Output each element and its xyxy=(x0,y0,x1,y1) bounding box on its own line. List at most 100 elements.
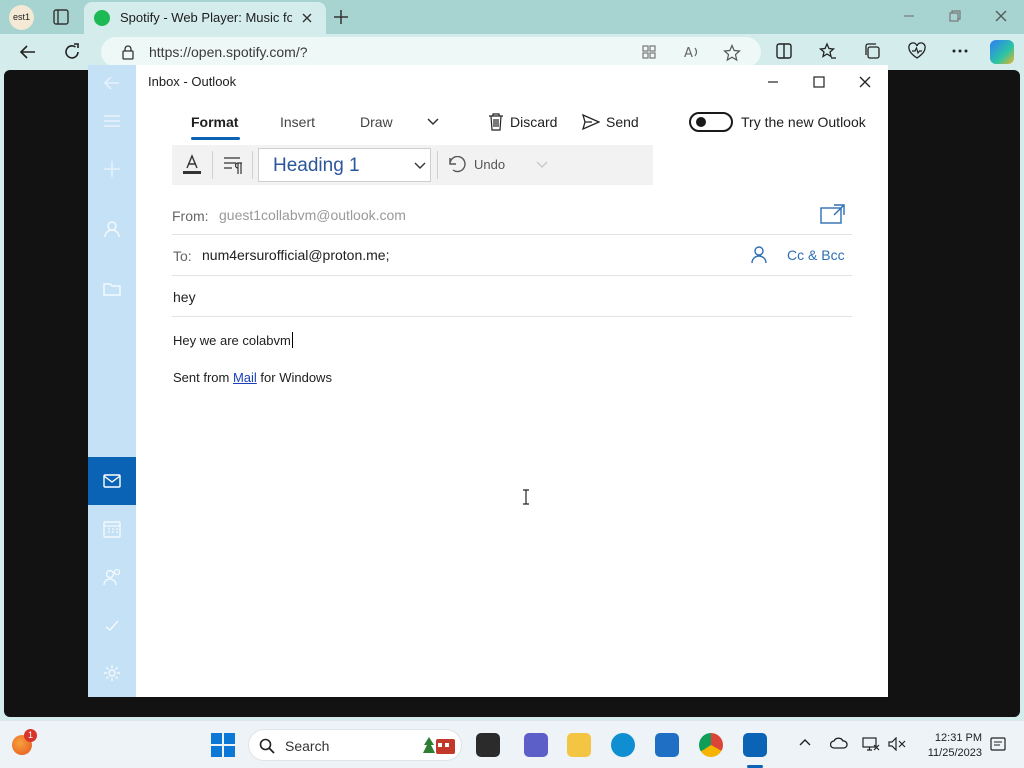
refresh-icon[interactable] xyxy=(62,42,82,62)
window-close-icon[interactable] xyxy=(858,75,872,89)
search-icon xyxy=(259,738,275,754)
subject-field[interactable]: hey xyxy=(173,289,196,305)
notification-badge: 1 xyxy=(24,729,37,742)
teams-icon[interactable] xyxy=(524,733,548,757)
mail-nav-active[interactable] xyxy=(88,457,136,505)
hamburger-menu-icon[interactable] xyxy=(102,111,122,131)
navigation-rail xyxy=(88,65,136,697)
profile-avatar[interactable]: est1 xyxy=(9,5,34,30)
favorites-icon[interactable] xyxy=(819,42,837,60)
chevron-up-icon[interactable] xyxy=(798,737,812,747)
minimize-icon[interactable] xyxy=(902,9,916,23)
tab-insert[interactable]: Insert xyxy=(280,114,315,130)
spotify-icon xyxy=(94,10,110,26)
selected-style: Heading 1 xyxy=(273,155,360,176)
mail-window: Inbox - Outlook Format Insert Draw Disca… xyxy=(88,65,888,697)
toolbar-divider xyxy=(437,151,438,179)
browser-tab-spotify[interactable]: Spotify - Web Player: Music for e xyxy=(84,2,326,34)
undo-icon xyxy=(447,156,467,174)
favorite-star-icon[interactable] xyxy=(723,44,741,62)
volume-muted-icon[interactable] xyxy=(888,737,906,751)
contact-picker-icon[interactable] xyxy=(751,246,767,264)
lock-icon[interactable] xyxy=(121,44,135,60)
close-browser-icon[interactable] xyxy=(994,9,1008,23)
toolbar-divider xyxy=(212,151,213,179)
new-mail-plus-icon[interactable] xyxy=(102,159,122,179)
more-tabs-chevron-icon[interactable] xyxy=(426,117,440,127)
signature-suffix: for Windows xyxy=(256,370,332,385)
search-label: Search xyxy=(285,738,330,754)
undo-label: Undo xyxy=(474,157,506,172)
people-icon[interactable] xyxy=(102,567,122,587)
notifications-icon[interactable] xyxy=(990,736,1006,752)
field-divider xyxy=(172,316,852,317)
signature-prefix: Sent from xyxy=(173,370,233,385)
mail-app-icon[interactable] xyxy=(743,733,767,757)
restore-icon[interactable] xyxy=(948,9,962,23)
tab-format[interactable]: Format xyxy=(191,114,238,130)
chrome-icon[interactable] xyxy=(699,733,723,757)
to-label: To: xyxy=(173,248,192,264)
window-minimize-icon[interactable] xyxy=(766,75,780,89)
active-tab-indicator xyxy=(191,137,240,140)
body-text: Hey we are colabvm xyxy=(173,333,291,348)
app-available-icon[interactable] xyxy=(641,44,657,60)
todo-checkmark-icon[interactable] xyxy=(102,615,122,635)
back-icon[interactable] xyxy=(18,42,38,62)
trash-icon xyxy=(488,112,504,131)
clock[interactable]: 12:31 PM 11/25/2023 xyxy=(914,731,982,761)
edge-icon[interactable] xyxy=(611,733,635,757)
file-explorer-icon[interactable] xyxy=(567,733,591,757)
back-arrow-icon[interactable] xyxy=(102,73,122,93)
toggle-knob xyxy=(696,117,706,127)
folder-icon[interactable] xyxy=(102,279,122,299)
to-field[interactable]: num4ersurofficial@proton.me; xyxy=(202,247,389,263)
new-tab-button[interactable] xyxy=(332,8,350,26)
collections-icon[interactable] xyxy=(863,42,881,60)
tab-title: Spotify - Web Player: Music for e xyxy=(120,10,292,25)
message-body[interactable]: Hey we are colabvm xyxy=(173,332,293,348)
paragraph-style-dropdown[interactable]: Heading 1 xyxy=(258,148,431,182)
from-field[interactable]: guest1collabvm@outlook.com xyxy=(219,207,406,223)
cc-bcc-button[interactable]: Cc & Bcc xyxy=(787,247,845,263)
taskbar-search[interactable]: Search xyxy=(248,729,462,761)
from-label: From: xyxy=(172,208,209,224)
read-aloud-icon[interactable]: A xyxy=(683,44,701,60)
tab-draw[interactable]: Draw xyxy=(360,114,393,130)
browser-essentials-icon[interactable] xyxy=(907,42,927,60)
font-color-icon[interactable] xyxy=(182,153,202,175)
store-icon[interactable] xyxy=(655,733,679,757)
window-title: Inbox - Outlook xyxy=(148,74,237,89)
url-text: https://open.spotify.com/? xyxy=(149,44,308,60)
clock-time: 12:31 PM xyxy=(934,732,982,744)
accounts-icon[interactable] xyxy=(102,219,122,239)
send-icon xyxy=(582,113,600,131)
window-maximize-icon[interactable] xyxy=(812,75,826,89)
try-new-outlook-toggle[interactable] xyxy=(689,112,733,132)
onedrive-cloud-icon[interactable] xyxy=(830,737,848,749)
field-divider xyxy=(172,275,852,276)
search-highlight-icon xyxy=(421,735,457,757)
discard-label: Discard xyxy=(510,114,558,130)
windows-start-icon[interactable] xyxy=(211,733,235,757)
signature: Sent from Mail for Windows xyxy=(173,370,332,385)
paragraph-format-icon[interactable] xyxy=(222,155,244,175)
copilot-icon[interactable] xyxy=(990,40,1014,64)
more-options-icon[interactable] xyxy=(951,42,969,60)
close-tab-icon[interactable] xyxy=(300,11,314,25)
taskbar: 1 Search 12:31 PM 11/25/2023 xyxy=(0,720,1024,768)
undo-more-chevron-icon[interactable] xyxy=(536,161,548,169)
split-screen-icon[interactable] xyxy=(775,42,793,60)
tab-actions-icon[interactable] xyxy=(52,8,70,26)
toolbar-divider xyxy=(252,151,253,179)
task-view-icon[interactable] xyxy=(476,733,500,757)
clock-date: 11/25/2023 xyxy=(927,747,982,759)
mail-link[interactable]: Mail xyxy=(233,370,257,385)
settings-gear-icon[interactable] xyxy=(102,663,122,683)
calendar-icon[interactable] xyxy=(102,519,122,539)
text-cursor-icon xyxy=(522,489,530,505)
pop-out-icon[interactable] xyxy=(820,203,846,225)
network-icon[interactable] xyxy=(862,737,880,751)
address-bar[interactable]: https://open.spotify.com/? A xyxy=(101,37,761,67)
try-new-outlook-label: Try the new Outlook xyxy=(741,114,866,130)
